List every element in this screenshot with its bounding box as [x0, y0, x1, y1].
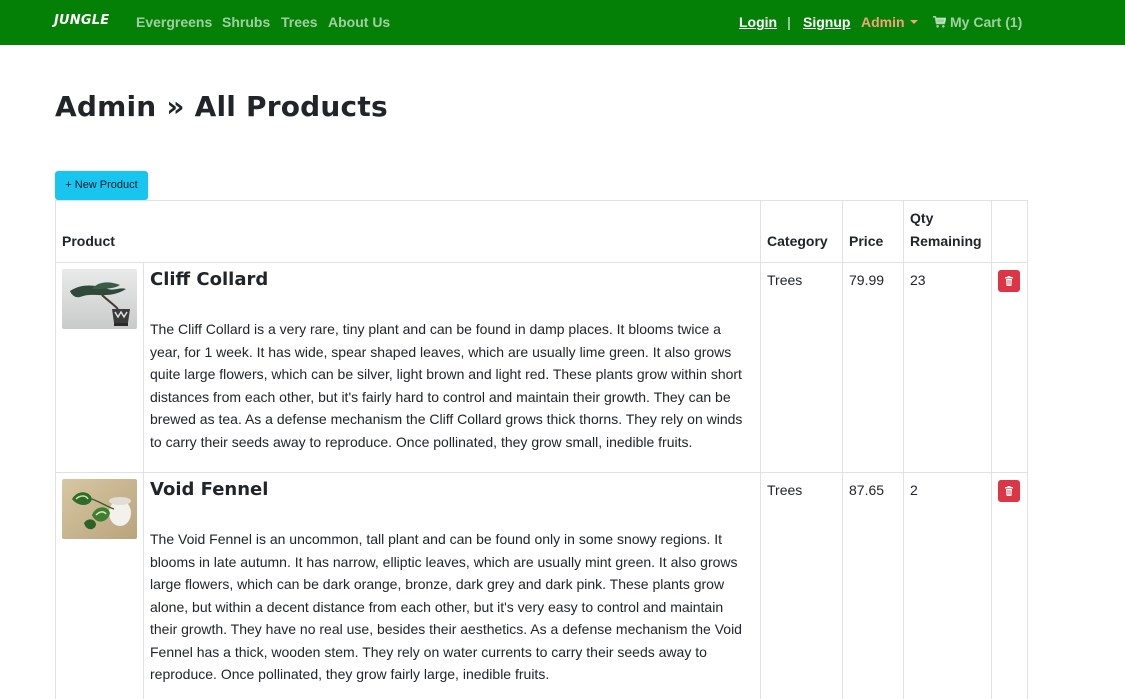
bonsai-image: [62, 269, 137, 329]
product-info-cell: Void Fennel The Void Fennel is an uncomm…: [142, 472, 762, 699]
product-price: 87.65: [842, 472, 905, 699]
header-category: Category: [760, 200, 844, 263]
product-name[interactable]: Cliff Collard: [150, 271, 754, 289]
product-price: 79.99: [842, 262, 905, 473]
cart-link[interactable]: My Cart (1): [933, 14, 1022, 30]
header-product: Product: [54, 200, 762, 263]
table-row: Cliff Collard The Cliff Collard is a ver…: [55, 262, 1029, 473]
delete-button[interactable]: [998, 270, 1021, 292]
nav-separator: |: [787, 14, 791, 30]
nav-link-about-us[interactable]: About Us: [328, 14, 390, 30]
table-row: Void Fennel The Void Fennel is an uncomm…: [55, 472, 1029, 699]
new-product-button[interactable]: + New Product: [55, 171, 148, 200]
header-qty: Qty: [910, 210, 934, 226]
shopping-cart-icon: [933, 16, 946, 28]
login-link[interactable]: Login: [739, 14, 777, 30]
nav-link-trees[interactable]: Trees: [281, 14, 318, 30]
product-description: The Cliff Collard is a very rare, tiny p…: [150, 321, 743, 450]
product-qty: 23: [903, 262, 993, 473]
brand-logo[interactable]: JUNGLE: [54, 13, 109, 28]
header-actions: [991, 200, 1029, 263]
product-category: Trees: [760, 472, 844, 699]
header-qty-remaining: Qty Remaining: [903, 200, 993, 263]
caret-down-icon: [909, 20, 918, 24]
trash-icon: [1005, 276, 1014, 286]
signup-link[interactable]: Signup: [803, 14, 850, 30]
product-category: Trees: [760, 262, 844, 473]
admin-label: Admin: [861, 14, 905, 30]
admin-dropdown[interactable]: Admin: [861, 14, 918, 30]
header-remaining: Remaining: [910, 233, 982, 249]
product-image-cell: [55, 472, 144, 699]
nav-link-shrubs[interactable]: Shrubs: [222, 14, 270, 30]
delete-button[interactable]: [998, 480, 1021, 502]
products-table: Product Category Price Qty Remaining Cli…: [54, 200, 1029, 699]
trash-icon: [1005, 486, 1014, 496]
table-header-row: Product Category Price Qty Remaining: [54, 200, 1029, 263]
navbar: JUNGLE Evergreens Shrubs Trees About Us …: [0, 0, 1125, 45]
product-qty: 2: [903, 472, 993, 699]
product-name[interactable]: Void Fennel: [150, 481, 754, 499]
header-price: Price: [842, 200, 905, 263]
page-title: Admin » All Products: [55, 90, 388, 123]
product-image-cell: [55, 262, 144, 473]
cart-label: My Cart (1): [950, 14, 1023, 30]
actions-cell: [991, 472, 1029, 699]
pothos-image: [62, 479, 137, 539]
nav-link-evergreens[interactable]: Evergreens: [136, 14, 212, 30]
product-info-cell: Cliff Collard The Cliff Collard is a ver…: [142, 262, 762, 473]
product-description: The Void Fennel is an uncommon, tall pla…: [150, 531, 742, 682]
actions-cell: [991, 262, 1029, 473]
